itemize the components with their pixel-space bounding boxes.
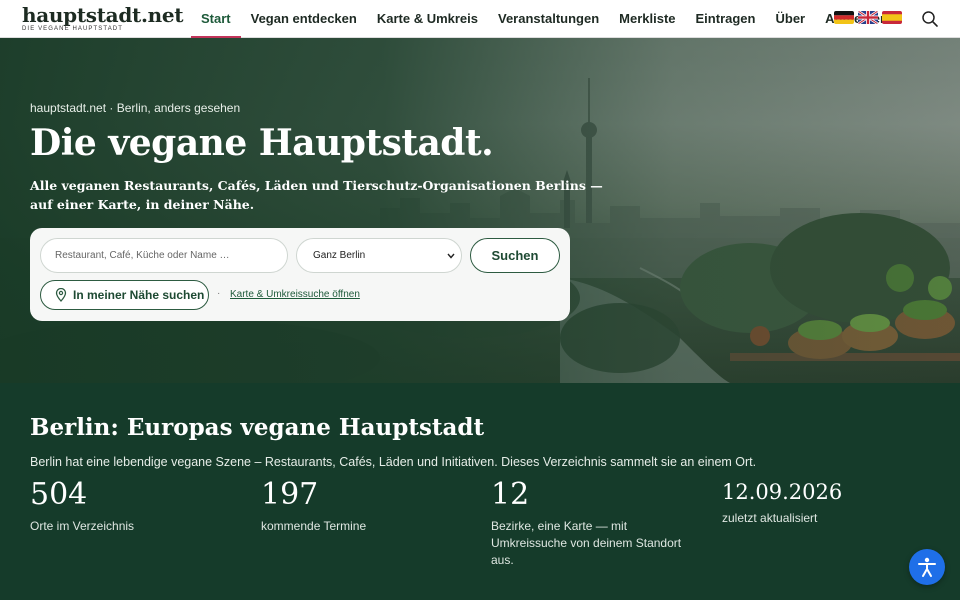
nav-karte-umkreis[interactable]: Karte & Umkreis (367, 0, 488, 38)
hero-section: hauptstadt.net · Berlin, anders gesehen … (0, 38, 960, 383)
map-search-link[interactable]: Karte & Umkreissuche öffnen (230, 289, 360, 300)
logo-wordmark: hauptstadt.net (22, 3, 184, 27)
stats-intro: Berlin hat eine lebendige vegane Szene –… (30, 455, 757, 469)
search-input[interactable] (40, 238, 288, 273)
hero-title: Die vegane Hauptstadt. (30, 122, 494, 164)
stat-value: 12.09.2026 (722, 480, 843, 504)
nav-eintragen[interactable]: Eintragen (686, 0, 766, 38)
stat-districts: 12 Bezirke, eine Karte — mit Umkreissuch… (491, 478, 696, 569)
site-logo[interactable]: hauptstadt.net DIE VEGANE HAUPTSTADT (22, 3, 184, 32)
nav-start[interactable]: Start (191, 0, 241, 38)
search-card: Ganz Berlin Suchen In meiner Nähe suchen… (30, 228, 570, 321)
search-icon[interactable] (920, 9, 940, 29)
stats-section: Berlin: Europas vegane Hauptstadt Berlin… (0, 383, 960, 600)
location-pin-icon (55, 288, 67, 302)
nav-ueber[interactable]: Über (765, 0, 815, 38)
accessibility-button[interactable] (909, 549, 945, 585)
district-select[interactable]: Ganz Berlin (296, 238, 462, 273)
stat-label: kommende Termine (261, 519, 367, 533)
chevron-down-icon (447, 253, 455, 259)
nearby-search-label: In meiner Nähe suchen (73, 288, 205, 302)
nearby-search-button[interactable]: In meiner Nähe suchen (40, 280, 209, 310)
flag-es-icon[interactable] (882, 11, 902, 24)
site-header: hauptstadt.net DIE VEGANE HAUPTSTADT Sta… (0, 0, 960, 38)
stat-label: Bezirke, eine Karte — mit Umkreissuche v… (491, 519, 682, 567)
stat-value: 504 (30, 477, 88, 512)
stat-label: zuletzt aktualisiert (722, 511, 818, 525)
nav-veranstaltungen[interactable]: Veranstaltungen (488, 0, 609, 38)
flag-de-icon[interactable] (834, 11, 854, 24)
hero-subtitle: Alle veganen Restaurants, Cafés, Läden u… (30, 178, 603, 212)
nav-vegan-entdecken[interactable]: Vegan entdecken (241, 0, 367, 38)
accessibility-icon (918, 557, 936, 577)
search-submit-button[interactable]: Suchen (470, 238, 560, 273)
separator-dot: · (217, 288, 221, 299)
nav-merkliste[interactable]: Merkliste (609, 0, 685, 38)
stat-value: 197 (261, 477, 319, 512)
language-switcher (834, 11, 902, 24)
main-nav: Start Vegan entdecken Karte & Umkreis Ve… (191, 0, 898, 38)
stat-value: 12 (491, 477, 530, 512)
stat-events: 197 kommende Termine (261, 478, 471, 535)
stat-places: 504 Orte im Verzeichnis (30, 478, 240, 535)
district-select-value: Ganz Berlin (313, 250, 366, 261)
stats-title: Berlin: Europas vegane Hauptstadt (30, 414, 485, 441)
stat-label: Orte im Verzeichnis (30, 519, 135, 533)
flag-en-icon[interactable] (858, 11, 878, 24)
hero-eyebrow: hauptstadt.net · Berlin, anders gesehen (30, 101, 241, 115)
stat-updated: 12.09.2026 zuletzt aktualisiert (722, 478, 902, 527)
